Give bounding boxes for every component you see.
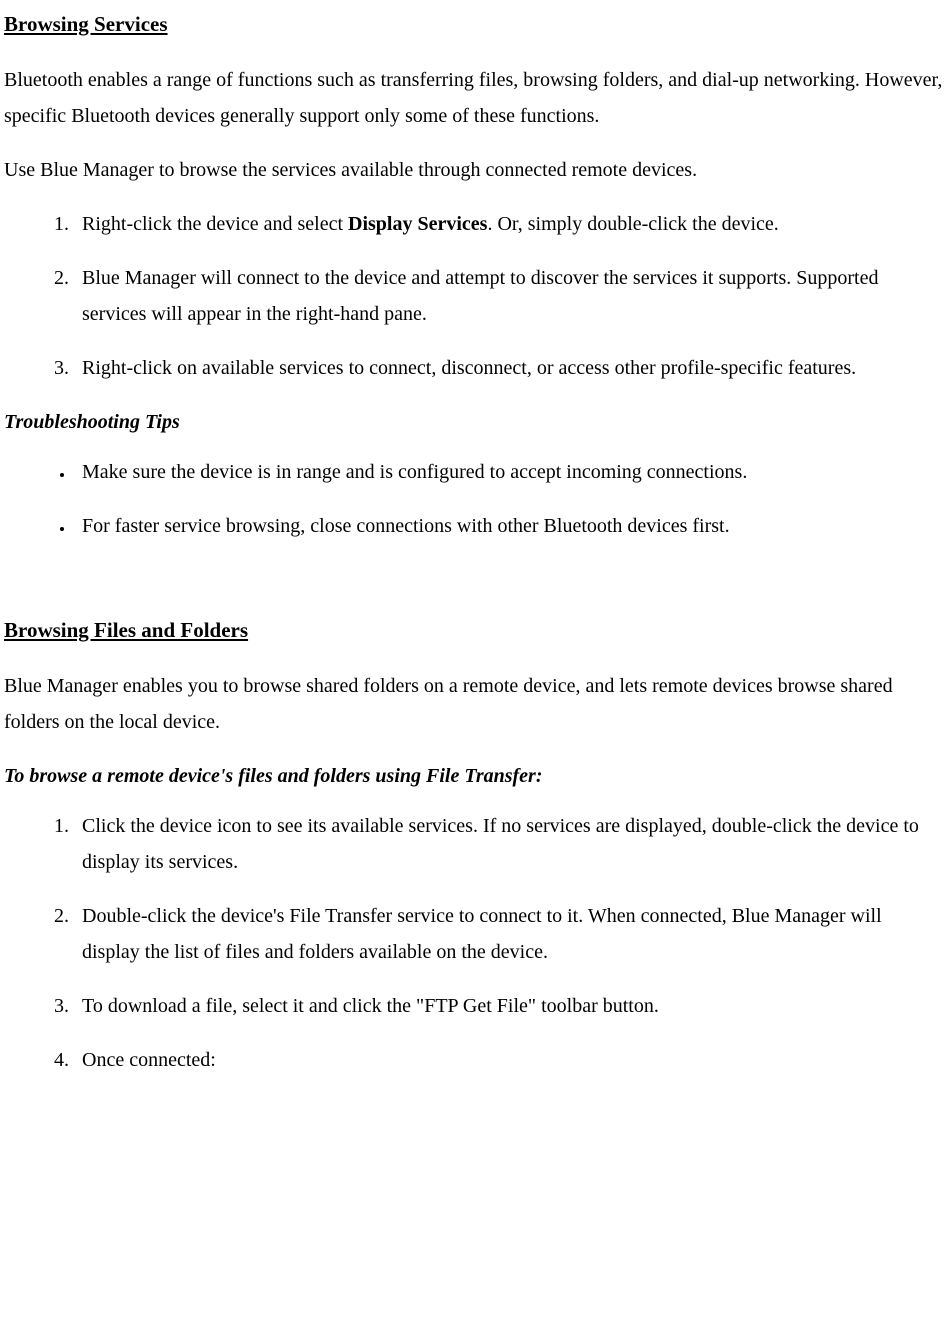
list-item: Right-click on available services to con…: [74, 350, 943, 386]
list-item: To download a file, select it and click …: [74, 988, 943, 1024]
list-item: Click the device icon to see its availab…: [74, 808, 943, 880]
list-item: Right-click the device and select Displa…: [74, 206, 943, 242]
paragraph: Use Blue Manager to browse the services …: [4, 152, 943, 188]
section-gap: [4, 562, 943, 612]
text: . Or, simply double-click the device.: [487, 213, 778, 235]
ordered-list: Right-click the device and select Displa…: [4, 206, 943, 386]
paragraph: Bluetooth enables a range of functions s…: [4, 62, 943, 134]
list-item: For faster service browsing, close conne…: [74, 508, 943, 544]
bold-text: Display Services: [348, 213, 487, 235]
paragraph: Blue Manager enables you to browse share…: [4, 668, 943, 740]
bullet-list: Make sure the device is in range and is …: [4, 454, 943, 544]
text: Right-click the device and select: [82, 213, 348, 235]
sub-heading-troubleshooting-tips: Troubleshooting Tips: [4, 404, 943, 440]
list-item: Double-click the device's File Transfer …: [74, 898, 943, 970]
list-item: Once connected:: [74, 1042, 943, 1078]
ordered-list: Click the device icon to see its availab…: [4, 808, 943, 1078]
section-heading-browsing-files-folders: Browsing Files and Folders: [4, 612, 943, 650]
list-item: Blue Manager will connect to the device …: [74, 260, 943, 332]
list-item: Make sure the device is in range and is …: [74, 454, 943, 490]
section-heading-browsing-services: Browsing Services: [4, 6, 943, 44]
sub-heading-file-transfer: To browse a remote device's files and fo…: [4, 758, 943, 794]
